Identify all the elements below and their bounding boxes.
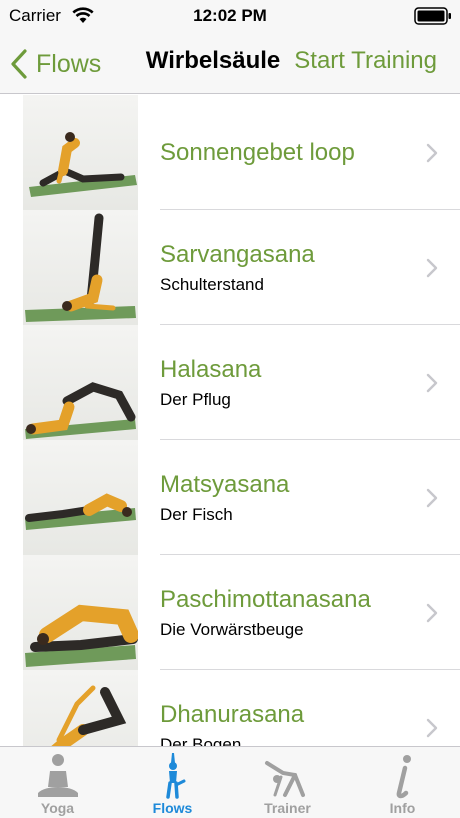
forward-bend-pose-icon [25, 604, 138, 667]
standing-figure-icon [165, 753, 185, 799]
pose-list: Sonnengebet loop Sarvangasana Schulterst… [0, 95, 460, 746]
back-button[interactable]: Flows [10, 44, 101, 84]
pose-thumbnail [23, 210, 138, 325]
tab-label: Info [389, 800, 416, 816]
tab-label: Flows [152, 800, 193, 816]
list-item[interactable]: Dhanurasana Der Bogen [0, 670, 460, 746]
list-item-title: Sarvangasana [160, 240, 315, 268]
fish-pose-icon [25, 493, 136, 530]
info-icon [396, 755, 411, 799]
list-item[interactable]: Sarvangasana Schulterstand [0, 210, 460, 325]
pose-thumbnail [23, 325, 138, 440]
pose-thumbnail [23, 440, 138, 555]
list-item-title: Sonnengebet loop [160, 138, 355, 166]
list-item-subtitle: Der Bogen [160, 734, 242, 747]
chevron-right-icon [426, 718, 438, 738]
list-item[interactable]: Sonnengebet loop [0, 95, 460, 210]
plough-pose-icon [25, 382, 136, 439]
list-item-text: Dhanurasana Der Bogen [160, 670, 420, 747]
list-item-title: Matsyasana [160, 470, 290, 498]
chevron-right-icon [426, 143, 438, 163]
navigation-bar: Flows Wirbelsäule Start Training [0, 34, 460, 94]
chevron-left-icon [11, 49, 27, 79]
list-item-title: Dhanurasana [160, 700, 305, 728]
list-item-text: Matsyasana Der Fisch [160, 440, 420, 555]
chevron-right-icon [426, 488, 438, 508]
list-item-subtitle: Der Pflug [160, 389, 231, 409]
list-item-subtitle: Schulterstand [160, 274, 264, 294]
status-bar: Carrier 12:02 PM [0, 0, 460, 34]
stretching-figure-icon [264, 761, 305, 797]
pose-thumbnail [23, 670, 138, 746]
list-item-subtitle: Der Fisch [160, 504, 233, 524]
list-item-text: Halasana Der Pflug [160, 325, 420, 440]
tab-label: Trainer [264, 800, 311, 816]
list-item[interactable]: Halasana Der Pflug [0, 325, 460, 440]
tab-trainer[interactable]: Trainer [230, 747, 345, 818]
tab-label: Yoga [40, 800, 75, 816]
list-item-title: Halasana [160, 355, 262, 383]
battery-icon [414, 7, 451, 25]
list-item-title: Paschimottanasana [160, 585, 371, 613]
tab-flows[interactable]: Flows [115, 747, 230, 818]
chevron-right-icon [426, 603, 438, 623]
list-item-text: Sonnengebet loop [160, 95, 420, 210]
list-item[interactable]: Matsyasana Der Fisch [0, 440, 460, 555]
pose-thumbnail [23, 95, 138, 210]
clock: 12:02 PM [193, 6, 267, 25]
chevron-right-icon [426, 373, 438, 393]
sun-salutation-pose-icon [29, 132, 137, 197]
tab-info[interactable]: Info [345, 747, 460, 818]
tab-yoga[interactable]: Yoga [0, 747, 115, 818]
meditation-icon [37, 754, 78, 797]
bow-pose-icon [51, 685, 127, 746]
page-title: Wirbelsäule [145, 47, 281, 74]
start-training-button[interactable]: Start Training [294, 47, 437, 75]
back-label: Flows [36, 49, 102, 78]
tab-bar: Yoga Flows Trainer Info [0, 746, 460, 818]
shoulder-stand-pose-icon [25, 213, 136, 322]
list-item[interactable]: Paschimottanasana Die Vorwärstbeuge [0, 555, 460, 670]
pose-thumbnail [23, 555, 138, 670]
list-item-subtitle: Die Vorwärstbeuge [160, 619, 304, 639]
list-item-text: Paschimottanasana Die Vorwärstbeuge [160, 555, 420, 670]
chevron-right-icon [426, 258, 438, 278]
list-item-text: Sarvangasana Schulterstand [160, 210, 420, 325]
